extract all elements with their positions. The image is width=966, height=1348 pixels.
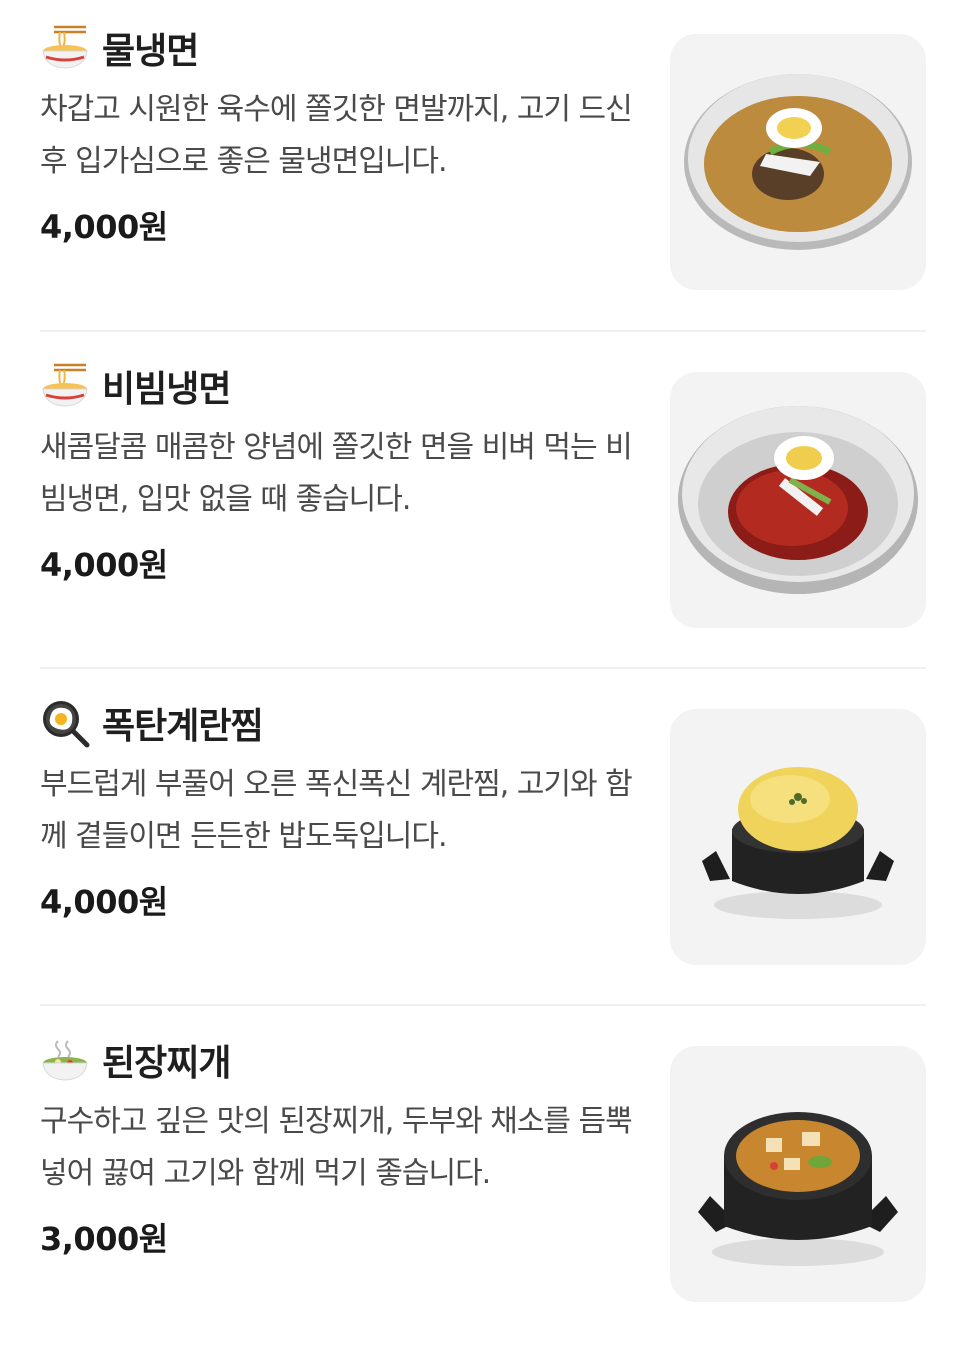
menu-item-text: 물냉면 차갑고 시원한 육수에 쫄깃한 면발까지, 고기 드신 후 입가심으로 … <box>40 22 640 248</box>
spicy-mixed-noodle-image <box>670 372 926 628</box>
menu-item-doenjang-jjigae[interactable]: 된장찌개 구수하고 깊은 맛의 된장찌개, 두부와 채소를 듬뿍 넣어 끓여 고… <box>0 1012 966 1348</box>
cold-noodle-soup-image <box>670 34 926 290</box>
menu-item-bomb-steamed-egg[interactable]: 폭탄계란찜 부드럽게 부풀어 오른 폭신폭신 계란찜, 고기와 함께 곁들이면 … <box>0 675 966 1011</box>
menu-item-description: 부드럽게 부풀어 오른 폭신폭신 계란찜, 고기와 함께 곁들이면 든든한 밥도… <box>40 767 633 854</box>
menu-item-price: 4,000원 <box>40 883 168 921</box>
menu-list: 물냉면 차갑고 시원한 육수에 쫄깃한 면발까지, 고기 드신 후 입가심으로 … <box>0 0 966 1327</box>
menu-item-mul-naengmyeon[interactable]: 물냉면 차갑고 시원한 육수에 쫄깃한 면발까지, 고기 드신 후 입가심으로 … <box>0 0 966 336</box>
stew-bowl-icon <box>40 1035 90 1085</box>
divider <box>40 330 926 332</box>
noodle-bowl-icon <box>40 23 90 73</box>
menu-item-price: 4,000원 <box>40 546 168 584</box>
menu-item-title: 된장찌개 <box>102 1043 231 1084</box>
steamed-egg-pot-image <box>670 709 926 965</box>
menu-item-text: 폭탄계란찜 부드럽게 부풀어 오른 폭신폭신 계란찜, 고기와 함께 곁들이면 … <box>40 697 640 923</box>
menu-item-price: 4,000원 <box>40 208 168 246</box>
menu-item-bibim-naengmyeon[interactable]: 비빔냉면 새콤달콤 매콤한 양념에 쫄깃한 면을 비벼 먹는 비빔냉면, 입맛 … <box>0 338 966 674</box>
title-row: 비빔냉면 <box>40 360 640 412</box>
menu-item-text: 비빔냉면 새콤달콤 매콤한 양념에 쫄깃한 면을 비벼 먹는 비빔냉면, 입맛 … <box>40 360 640 586</box>
noodle-bowl-icon <box>40 361 90 411</box>
title-row: 물냉면 <box>40 22 640 74</box>
divider <box>40 667 926 669</box>
menu-item-price: 3,000원 <box>40 1220 168 1258</box>
menu-item-title: 비빔냉면 <box>102 369 231 410</box>
menu-item-description: 차갑고 시원한 육수에 쫄깃한 면발까지, 고기 드신 후 입가심으로 좋은 물… <box>40 92 633 179</box>
menu-item-title: 폭탄계란찜 <box>102 706 264 747</box>
frying-pan-egg-icon <box>40 698 90 748</box>
soybean-stew-pot-image <box>670 1046 926 1302</box>
menu-item-title: 물냉면 <box>102 31 199 72</box>
menu-item-description: 새콤달콤 매콤한 양념에 쫄깃한 면을 비벼 먹는 비빔냉면, 입맛 없을 때 … <box>40 430 633 517</box>
menu-item-text: 된장찌개 구수하고 깊은 맛의 된장찌개, 두부와 채소를 듬뿍 넣어 끓여 고… <box>40 1034 640 1260</box>
menu-item-description: 구수하고 깊은 맛의 된장찌개, 두부와 채소를 듬뿍 넣어 끓여 고기와 함께… <box>40 1104 633 1191</box>
title-row: 된장찌개 <box>40 1034 640 1086</box>
title-row: 폭탄계란찜 <box>40 697 640 749</box>
divider <box>40 1004 926 1006</box>
